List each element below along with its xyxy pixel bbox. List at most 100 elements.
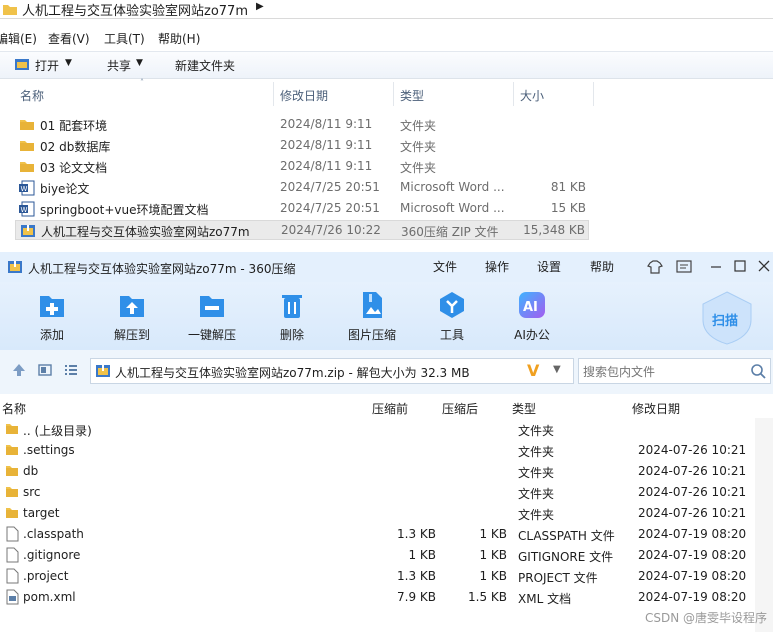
table-row[interactable]: target 文件夹 2024-07-26 10:21 [0, 503, 755, 524]
entry-type: PROJECT 文件 [518, 571, 598, 585]
chevron-down-icon[interactable]: ▼ [553, 364, 561, 375]
folder-icon [19, 138, 35, 155]
menu-operate[interactable]: 操作 [485, 258, 509, 275]
file-name: springboot+vue环境配置文档 [40, 203, 209, 217]
menu-settings[interactable]: 设置 [537, 258, 561, 275]
column-name[interactable]: 名称 [20, 87, 44, 104]
image-compress-button[interactable]: 图片压缩 [337, 290, 407, 348]
column-date[interactable]: 修改日期 [280, 87, 328, 104]
ai-office-button[interactable]: AI AI办公 [497, 290, 567, 348]
column-divider[interactable] [593, 82, 594, 106]
zip-icon [20, 223, 36, 242]
skin-icon[interactable] [647, 259, 663, 278]
folder-icon [19, 159, 35, 176]
table-row[interactable]: src 文件夹 2024-07-26 10:21 [0, 482, 755, 503]
minimize-icon[interactable] [710, 260, 722, 275]
column-name[interactable]: 名称 [2, 400, 26, 417]
column-size[interactable]: 大小 [520, 87, 544, 104]
chevron-down-icon[interactable]: ▼ [136, 58, 143, 68]
address-path[interactable]: 人机工程与交互体验实验室网站zo77m [22, 0, 248, 19]
delete-label: 删除 [279, 328, 304, 342]
column-type[interactable]: 类型 [512, 400, 536, 417]
maximize-icon[interactable] [734, 260, 746, 275]
column-original-size[interactable]: 压缩前 [372, 400, 408, 417]
view-list-icon[interactable] [64, 363, 78, 380]
file-name: 03 论文文档 [40, 161, 108, 175]
feedback-icon[interactable] [676, 260, 692, 277]
list-item[interactable]: 01 配套环境 2024/8/11 9:11 文件夹 [15, 115, 589, 135]
title-bar[interactable]: 人机工程与交互体验实验室网站zo77m - 360压缩 文件 操作 设置 帮助 [0, 252, 773, 282]
file-date: 2024/8/11 9:11 [280, 159, 373, 173]
view-details-icon[interactable] [38, 363, 52, 380]
table-row[interactable]: db 文件夹 2024-07-26 10:21 [0, 461, 755, 482]
file-name: 01 配套环境 [40, 119, 108, 133]
svg-text:AI: AI [523, 300, 538, 315]
table-row[interactable]: .settings 文件夹 2024-07-26 10:21 [0, 440, 755, 461]
svg-text:W: W [21, 185, 28, 193]
new-folder-button[interactable]: 新建文件夹 [175, 57, 235, 74]
table-row[interactable]: .. (上级目录) 文件夹 [0, 419, 755, 440]
v-logo-icon[interactable]: V [527, 361, 539, 380]
scan-button[interactable]: 扫描 [700, 290, 754, 346]
list-item[interactable]: 03 论文文档 2024/8/11 9:11 文件夹 [15, 157, 589, 177]
extract-to-button[interactable]: 解压到 [97, 290, 167, 348]
entry-type: CLASSPATH 文件 [518, 529, 615, 543]
search-icon[interactable] [750, 363, 766, 382]
chevron-right-icon[interactable]: ▶ [256, 1, 264, 12]
column-modified-date[interactable]: 修改日期 [632, 400, 680, 417]
menu-file[interactable]: 文件 [433, 258, 457, 275]
delete-button[interactable]: 删除 [257, 290, 327, 348]
menu-view[interactable]: 查看(V) [48, 30, 90, 47]
list-item[interactable]: W springboot+vue环境配置文档 2024/7/25 20:51 M… [15, 199, 589, 219]
archive-path-box[interactable]: 人机工程与交互体验实验室网站zo77m.zip - 解包大小为 32.3 MB … [90, 358, 574, 384]
entry-name: target [23, 506, 60, 520]
tools-button[interactable]: 工具 [417, 290, 487, 348]
entry-name: src [23, 485, 41, 499]
table-row[interactable]: pom.xml 7.9 KB 1.5 KB XML 文档 2024-07-19 … [0, 587, 755, 608]
menu-edit[interactable]: 编辑(E) [0, 30, 37, 47]
table-row[interactable]: .classpath 1.3 KB 1 KB CLASSPATH 文件 2024… [0, 524, 755, 545]
entry-date: 2024-07-19 08:20 [638, 527, 747, 541]
scrollbar[interactable] [755, 418, 773, 632]
table-row[interactable]: .project 1.3 KB 1 KB PROJECT 文件 2024-07-… [0, 566, 755, 587]
entry-name: db [23, 464, 39, 478]
file-icon [5, 568, 19, 587]
address-bar[interactable]: 人机工程与交互体验实验室网站zo77m ▶ [0, 0, 773, 19]
list-item-selected[interactable]: 人机工程与交互体验实验室网站zo77m 2024/7/26 10:22 360压… [15, 220, 589, 240]
column-divider[interactable] [273, 82, 274, 106]
column-type[interactable]: 类型 [400, 87, 424, 104]
window-title: 人机工程与交互体验实验室网站zo77m - 360压缩 [28, 262, 296, 276]
up-arrow-icon[interactable] [12, 363, 26, 380]
one-click-extract-button[interactable]: 一键解压 [177, 290, 247, 348]
search-box[interactable] [578, 358, 771, 384]
entry-date: 2024-07-26 10:21 [638, 443, 747, 457]
column-compressed-size[interactable]: 压缩后 [442, 400, 478, 417]
share-button[interactable]: 共享 [107, 57, 131, 74]
list-item[interactable]: 02 db数据库 2024/8/11 9:11 文件夹 [15, 136, 589, 156]
file-date: 2024/7/26 10:22 [281, 223, 381, 237]
extract-to-icon [117, 290, 147, 320]
address-row: 人机工程与交互体验实验室网站zo77m.zip - 解包大小为 32.3 MB … [0, 350, 773, 394]
open-button[interactable]: 打开 [35, 57, 59, 74]
entry-name: pom.xml [23, 590, 76, 604]
menu-help[interactable]: 帮助(H) [158, 30, 200, 47]
column-divider[interactable] [513, 82, 514, 106]
table-row[interactable]: .gitignore 1 KB 1 KB GITIGNORE 文件 2024-0… [0, 545, 755, 566]
close-icon[interactable] [758, 260, 770, 275]
menu-tools[interactable]: 工具(T) [104, 30, 145, 47]
entry-date: 2024-07-26 10:21 [638, 464, 747, 478]
list-item[interactable]: W biye论文 2024/7/25 20:51 Microsoft Word … [15, 178, 589, 198]
file-type: 文件夹 [400, 161, 437, 175]
zip-icon [95, 363, 111, 382]
entry-original-size: 7.9 KB [397, 590, 436, 604]
column-divider[interactable] [393, 82, 394, 106]
chevron-down-icon[interactable]: ▼ [65, 58, 72, 68]
entry-original-size: 1 KB [408, 548, 436, 562]
menu-help[interactable]: 帮助 [590, 258, 614, 275]
entry-type: 文件夹 [518, 487, 555, 501]
entry-date: 2024-07-26 10:21 [638, 485, 747, 499]
add-button[interactable]: 添加 [17, 290, 87, 348]
add-icon [37, 290, 67, 320]
entry-date: 2024-07-19 08:20 [638, 548, 747, 562]
search-input[interactable] [581, 362, 745, 382]
